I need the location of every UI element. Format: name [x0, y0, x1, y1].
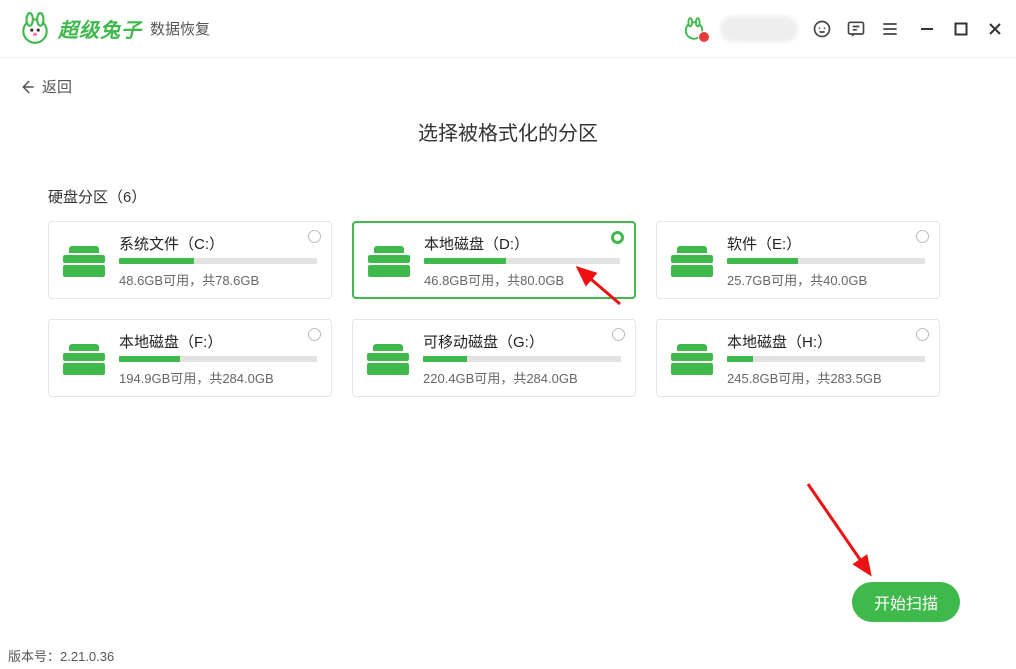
- select-radio[interactable]: [308, 328, 321, 341]
- header-actions: [682, 16, 1002, 42]
- drive-title: 本地磁盘（H:）: [727, 331, 925, 352]
- user-info-pill[interactable]: [720, 16, 798, 42]
- usage-bar: [119, 356, 317, 362]
- vip-badge-icon: [698, 31, 710, 43]
- drive-info: 本地磁盘（F:） 194.9GB可用，共284.0GB: [119, 331, 317, 387]
- drive-title: 系统文件（C:）: [119, 233, 317, 254]
- drive-card[interactable]: 软件（E:） 25.7GB可用，共40.0GB: [656, 221, 940, 299]
- rabbit-logo-icon: [18, 12, 52, 46]
- page-title: 选择被格式化的分区: [0, 117, 1016, 146]
- usage-bar: [119, 258, 317, 264]
- annotation-arrow-2: [800, 478, 890, 588]
- maximize-icon[interactable]: [954, 22, 968, 36]
- brand-name: 超级兔子: [58, 14, 142, 43]
- drive-usage-text: 25.7GB可用，共40.0GB: [727, 270, 925, 289]
- select-radio[interactable]: [611, 231, 624, 244]
- select-radio[interactable]: [916, 230, 929, 243]
- app-header: 超级兔子 数据恢复: [0, 0, 1016, 58]
- user-avatar-icon[interactable]: [682, 17, 706, 41]
- drive-icon: [63, 244, 105, 278]
- drive-icon: [671, 342, 713, 376]
- drive-card[interactable]: 本地磁盘（F:） 194.9GB可用，共284.0GB: [48, 319, 332, 397]
- product-name: 数据恢复: [150, 18, 210, 39]
- drive-icon: [367, 342, 409, 376]
- drive-usage-text: 220.4GB可用，共284.0GB: [423, 368, 621, 387]
- cloud-icon[interactable]: [812, 19, 832, 39]
- version-label: 版本号：: [8, 649, 60, 664]
- brand-logo: 超级兔子 数据恢复: [18, 12, 210, 46]
- minimize-icon[interactable]: [920, 22, 934, 36]
- usage-bar: [727, 356, 925, 362]
- select-radio[interactable]: [612, 328, 625, 341]
- drive-info: 本地磁盘（D:） 46.8GB可用，共80.0GB: [424, 233, 620, 289]
- back-label: 返回: [42, 76, 72, 97]
- drive-grid: 系统文件（C:） 48.6GB可用，共78.6GB 本地磁盘（D:） 46.8GB可用…: [0, 221, 1016, 397]
- drive-icon: [63, 342, 105, 376]
- usage-bar: [423, 356, 621, 362]
- drive-usage-text: 48.6GB可用，共78.6GB: [119, 270, 317, 289]
- drive-icon: [671, 244, 713, 278]
- drive-info: 系统文件（C:） 48.6GB可用，共78.6GB: [119, 233, 317, 289]
- select-radio[interactable]: [916, 328, 929, 341]
- drive-info: 软件（E:） 25.7GB可用，共40.0GB: [727, 233, 925, 289]
- drive-usage-text: 46.8GB可用，共80.0GB: [424, 270, 620, 289]
- section-label: 硬盘分区（6）: [48, 186, 1016, 207]
- select-radio[interactable]: [308, 230, 321, 243]
- drive-title: 软件（E:）: [727, 233, 925, 254]
- version-value: 2.21.0.36: [60, 649, 114, 664]
- drive-info: 本地磁盘（H:） 245.8GB可用，共283.5GB: [727, 331, 925, 387]
- arrow-left-icon: [18, 78, 36, 96]
- drive-card[interactable]: 系统文件（C:） 48.6GB可用，共78.6GB: [48, 221, 332, 299]
- feedback-icon[interactable]: [846, 19, 866, 39]
- menu-icon[interactable]: [880, 19, 900, 39]
- drive-info: 可移动磁盘（G:） 220.4GB可用，共284.0GB: [423, 331, 621, 387]
- start-scan-button[interactable]: 开始扫描: [852, 582, 960, 622]
- drive-title: 可移动磁盘（G:）: [423, 331, 621, 352]
- drive-card[interactable]: 可移动磁盘（G:） 220.4GB可用，共284.0GB: [352, 319, 636, 397]
- drive-card[interactable]: 本地磁盘（H:） 245.8GB可用，共283.5GB: [656, 319, 940, 397]
- drive-icon: [368, 244, 410, 278]
- version-info: 版本号：2.21.0.36: [8, 646, 114, 665]
- drive-usage-text: 245.8GB可用，共283.5GB: [727, 368, 925, 387]
- drive-title: 本地磁盘（F:）: [119, 331, 317, 352]
- drive-title: 本地磁盘（D:）: [424, 233, 620, 254]
- drive-card[interactable]: 本地磁盘（D:） 46.8GB可用，共80.0GB: [352, 221, 636, 299]
- back-button[interactable]: 返回: [0, 58, 1016, 97]
- usage-bar: [727, 258, 925, 264]
- close-icon[interactable]: [988, 22, 1002, 36]
- usage-bar: [424, 258, 620, 264]
- drive-usage-text: 194.9GB可用，共284.0GB: [119, 368, 317, 387]
